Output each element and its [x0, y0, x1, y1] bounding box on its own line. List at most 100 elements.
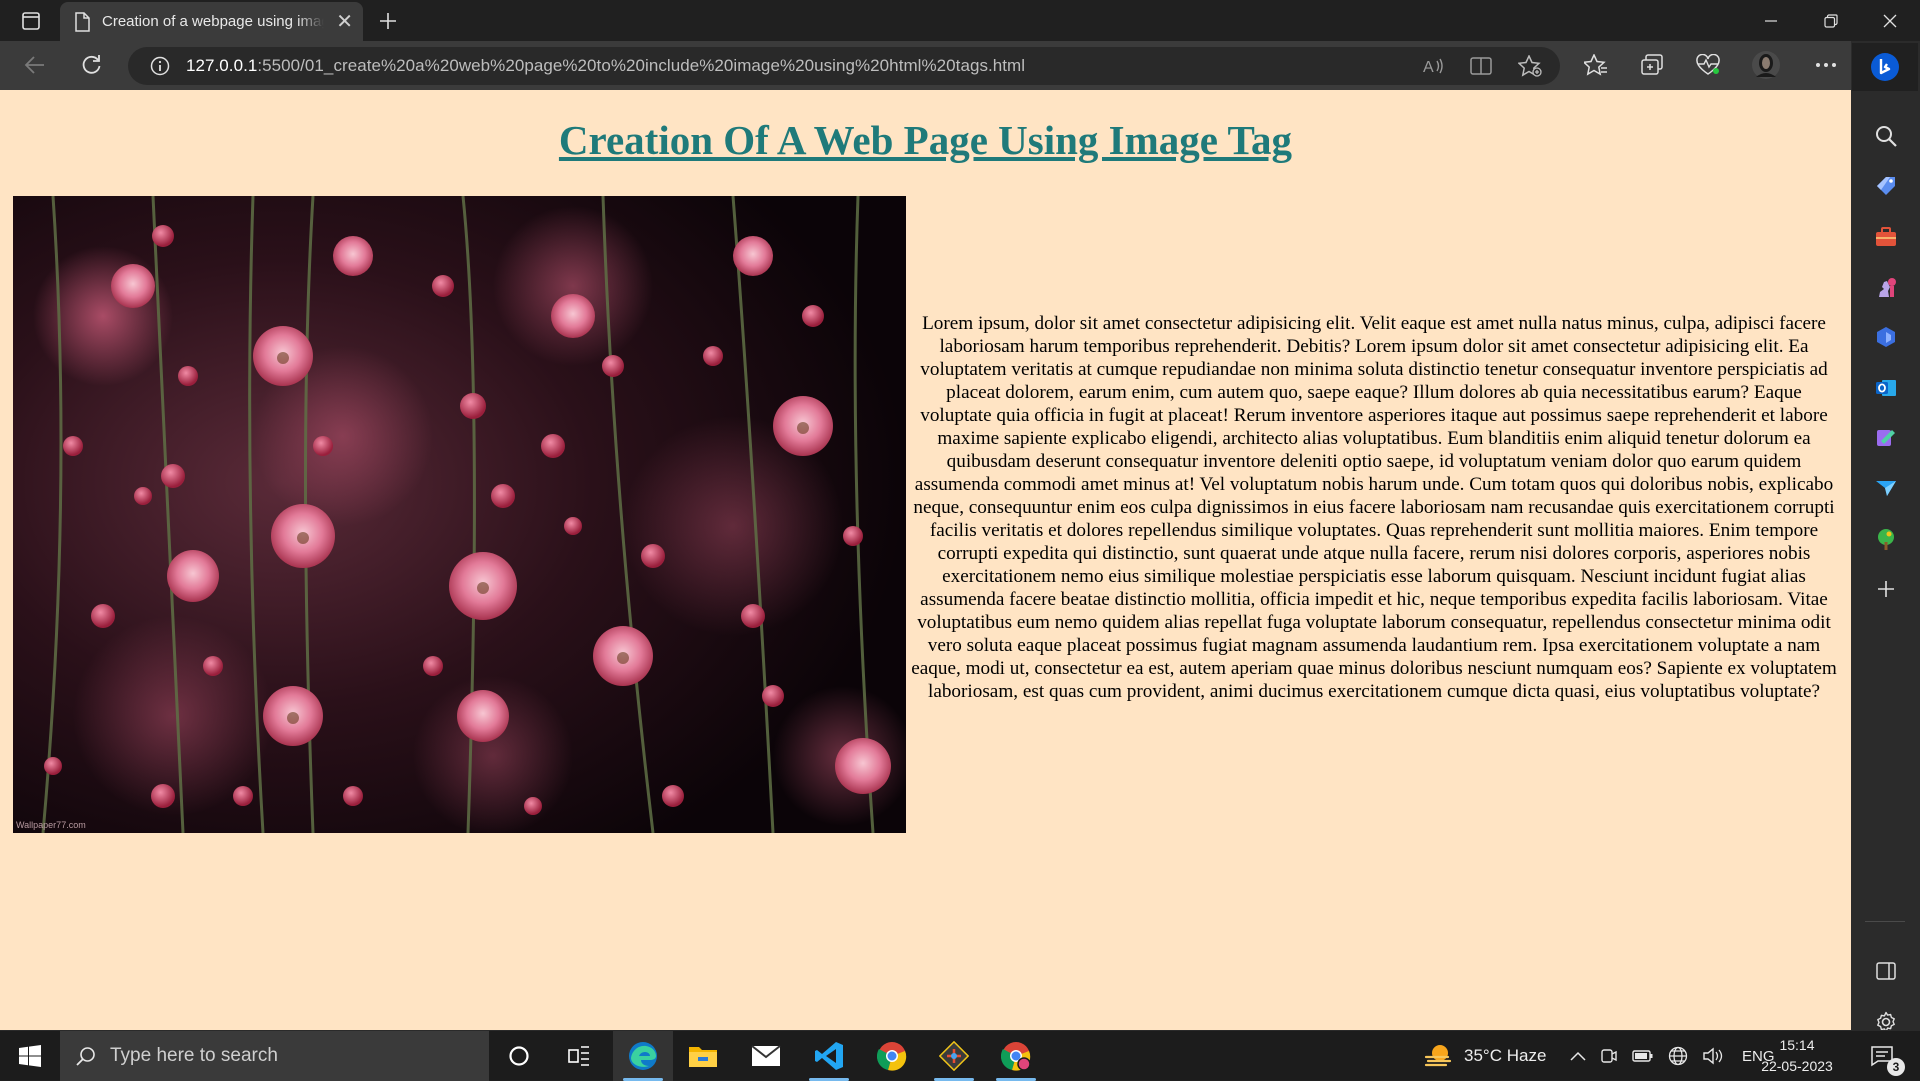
address-bar[interactable]: 127.0.0.1:5500/01_create%20a%20web%20pag…: [128, 47, 1560, 85]
cortana-button[interactable]: [489, 1031, 549, 1081]
site-info-icon[interactable]: [150, 56, 170, 76]
favorite-add-icon[interactable]: [1518, 55, 1542, 77]
heartbeat-icon: [1696, 54, 1720, 75]
weather-text: 35°C Haze: [1464, 1046, 1547, 1065]
blossom-photo-art: [13, 196, 906, 833]
taskbar-git[interactable]: [924, 1031, 984, 1081]
sidebar-split-screen[interactable]: [1865, 950, 1907, 992]
minimize-icon: [1765, 19, 1777, 22]
sidebar-add-button[interactable]: [1865, 568, 1907, 610]
clock-date: 22-05-2023: [1761, 1058, 1833, 1074]
refresh-button[interactable]: [73, 47, 109, 83]
url-host: 127.0.0.1: [186, 56, 258, 75]
browser-tab-active[interactable]: Creation of a webpage using image tag ✕: [60, 2, 363, 41]
taskbar-chrome-profile[interactable]: [986, 1031, 1046, 1081]
taskbar-edge[interactable]: [613, 1031, 673, 1081]
meet-now-icon[interactable]: [1600, 1047, 1618, 1065]
collections-button[interactable]: [1634, 47, 1670, 83]
weather-widget[interactable]: 35°C Haze: [1424, 1031, 1546, 1081]
chevron-up-icon[interactable]: [1570, 1051, 1586, 1061]
svg-text:A: A: [1423, 59, 1434, 76]
windows-logo-icon: [19, 1045, 41, 1067]
plus-icon: [380, 13, 396, 29]
start-button[interactable]: [0, 1031, 60, 1081]
briefcase-icon: [1876, 227, 1896, 246]
profile-button[interactable]: [1748, 47, 1784, 83]
sidebar-shopping[interactable]: [1865, 165, 1907, 207]
taskbar-file-explorer[interactable]: [673, 1031, 733, 1081]
volume-icon[interactable]: [1702, 1047, 1724, 1065]
url-text[interactable]: 127.0.0.1:5500/01_create%20a%20web%20pag…: [186, 56, 1025, 76]
search-placeholder: Type here to search: [110, 1045, 278, 1066]
browser-essentials-button[interactable]: [1690, 47, 1726, 83]
search-icon: [1876, 126, 1897, 147]
tree-icon: [1878, 529, 1894, 550]
taskbar-vscode[interactable]: [799, 1031, 859, 1081]
url-path: :5500/01_create%20a%20web%20page%20to%20…: [257, 56, 1026, 75]
image-watermark: Wallpaper77.com: [16, 820, 86, 830]
immersive-reader-icon[interactable]: [1470, 56, 1492, 76]
sidebar-search[interactable]: [1865, 115, 1907, 157]
cortana-icon: [509, 1046, 529, 1066]
close-icon: [1883, 14, 1897, 27]
sidebar-drop[interactable]: [1865, 467, 1907, 509]
sidebar-tree[interactable]: [1865, 518, 1907, 560]
notification-badge: 3: [1887, 1058, 1905, 1076]
back-arrow-icon: [24, 56, 44, 74]
tab-actions-icon: [22, 12, 40, 30]
haze-sun-icon: [1424, 1045, 1452, 1067]
favorites-button[interactable]: [1578, 47, 1614, 83]
address-bar-actions: A: [1422, 47, 1542, 85]
edge-icon: [629, 1042, 657, 1070]
notification-center-button[interactable]: 3: [1862, 1031, 1905, 1081]
chrome-icon: [877, 1042, 907, 1071]
search-icon: [76, 1047, 95, 1066]
settings-more-button[interactable]: [1808, 47, 1844, 83]
git-icon: [939, 1041, 969, 1071]
sidebar-tools[interactable]: [1865, 216, 1907, 258]
sidebar-games[interactable]: [1865, 266, 1907, 308]
favorites-icon: [1584, 54, 1607, 76]
sidebar-designer[interactable]: [1865, 417, 1907, 459]
chess-icon: [1879, 278, 1896, 297]
taskbar-clock[interactable]: 15:14 22-05-2023: [1749, 1035, 1845, 1077]
body-paragraph: Lorem ipsum, dolor sit amet consectetur …: [911, 313, 1837, 702]
designer-icon: [1877, 430, 1895, 446]
tab-title: Creation of a webpage using image tag: [102, 13, 324, 30]
minimize-button[interactable]: [1741, 0, 1801, 41]
restore-icon: [1824, 13, 1838, 28]
file-explorer-icon: [689, 1047, 717, 1067]
vscode-icon: [815, 1042, 843, 1070]
page-icon: [75, 11, 90, 32]
avatar-icon: [1752, 51, 1780, 79]
taskbar-mail[interactable]: [736, 1031, 796, 1081]
read-aloud-icon[interactable]: A: [1422, 56, 1444, 76]
browser-titlebar: Creation of a webpage using image tag ✕: [0, 0, 1920, 41]
page-heading: Creation Of A Web Page Using Image Tag: [558, 117, 1293, 163]
taskbar-chrome[interactable]: [862, 1031, 922, 1081]
tab-actions-button[interactable]: [10, 5, 52, 37]
restore-button[interactable]: [1801, 0, 1861, 41]
sidebar-outlook[interactable]: [1865, 367, 1907, 409]
taskbar-search[interactable]: Type here to search: [60, 1031, 489, 1081]
mail-icon: [751, 1045, 781, 1066]
browser-toolbar: 127.0.0.1:5500/01_create%20a%20web%20pag…: [0, 41, 1920, 90]
battery-icon[interactable]: [1632, 1049, 1654, 1063]
tab-close-icon[interactable]: ✕: [336, 12, 353, 32]
collections-icon: [1641, 54, 1663, 75]
add-icon: [1878, 581, 1894, 597]
edge-sidebar: [1851, 41, 1920, 1033]
send-icon: [1876, 481, 1896, 496]
clock-time: 15:14: [1779, 1037, 1815, 1053]
close-window-button[interactable]: [1860, 0, 1920, 41]
copilot-icon: [1877, 327, 1895, 347]
cherry-blossom-image: Wallpaper77.com: [13, 196, 906, 833]
task-view-button[interactable]: [549, 1031, 609, 1081]
system-tray: ENG: [1570, 1031, 1775, 1081]
network-globe-icon[interactable]: [1668, 1046, 1688, 1066]
back-button[interactable]: [17, 47, 53, 83]
bing-chat-button[interactable]: [1852, 43, 1918, 91]
outlook-icon: [1876, 380, 1896, 396]
new-tab-button[interactable]: [372, 5, 404, 37]
sidebar-copilot[interactable]: [1865, 316, 1907, 358]
